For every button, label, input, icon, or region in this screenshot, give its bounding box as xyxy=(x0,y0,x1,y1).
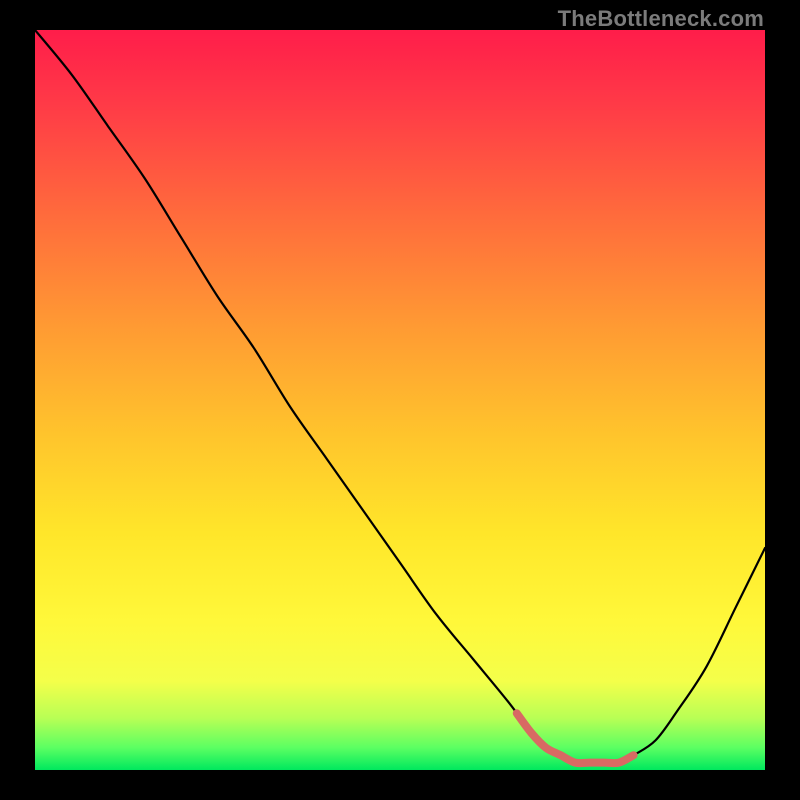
chart-frame: TheBottleneck.com xyxy=(0,0,800,800)
plot-area xyxy=(35,30,765,770)
curve-overlay xyxy=(35,30,765,770)
watermark-text: TheBottleneck.com xyxy=(558,6,764,32)
highlight-segment xyxy=(517,713,634,763)
bottleneck-curve xyxy=(35,30,765,763)
